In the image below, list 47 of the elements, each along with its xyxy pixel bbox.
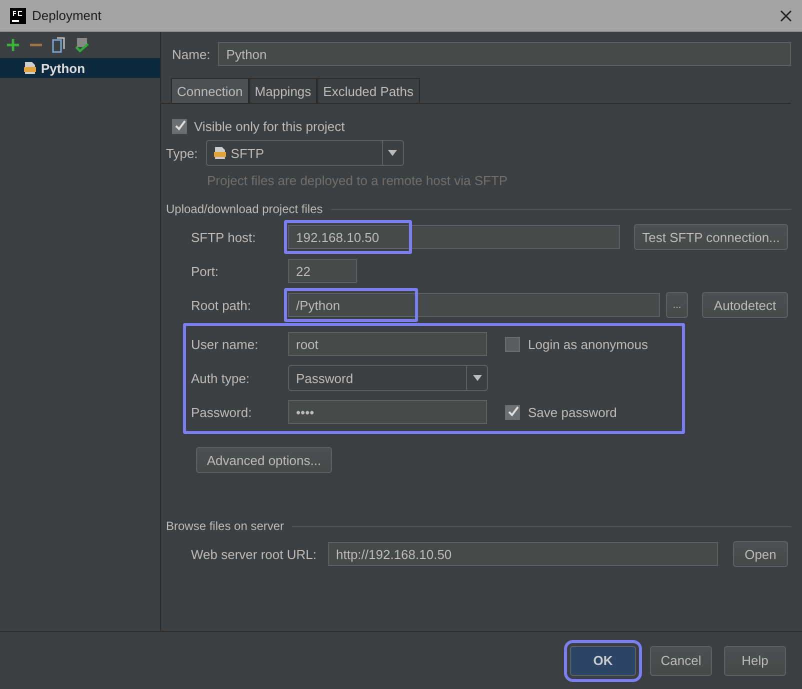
url-field[interactable]: http://192.168.10.50 [328, 542, 718, 566]
add-icon[interactable] [6, 38, 20, 52]
checkbox-label: Save password [528, 404, 617, 420]
advanced-options-button[interactable]: Advanced options... [196, 447, 332, 473]
field-label: User name: [191, 336, 260, 352]
open-button[interactable]: Open [733, 541, 788, 567]
tab[interactable]: Mappings [248, 78, 318, 103]
checkbox[interactable] [172, 118, 187, 134]
tab[interactable]: Connection [171, 78, 249, 103]
default-check-icon[interactable] [75, 37, 89, 53]
autodetect-button[interactable]: Autodetect [702, 292, 788, 318]
field-label: Port: [191, 264, 220, 278]
port-field[interactable]: 22 [288, 259, 357, 283]
copy-icon[interactable] [52, 37, 66, 53]
dialog-button[interactable]: Help [724, 646, 786, 676]
section-title: Upload/download project files [166, 202, 323, 216]
dropdown-arrow-icon [472, 375, 482, 381]
dialog-button[interactable]: Cancel [650, 646, 712, 676]
user-name-field[interactable]: root [288, 332, 487, 356]
field-label: Auth type: [191, 370, 251, 386]
window-title: Deployment [32, 8, 102, 23]
field-label: SFTP host: [191, 230, 257, 244]
test-connection-button[interactable]: Test SFTP connection... [634, 224, 788, 250]
root-path-field[interactable]: /Python [288, 293, 660, 317]
checkbox-label: Login as anonymous [528, 336, 648, 352]
app-logo-icon [10, 8, 26, 24]
type-dropdown[interactable]: SFTP [206, 140, 404, 166]
browse-button[interactable]: ... [666, 292, 688, 318]
section-title: Browse files on server [166, 519, 284, 533]
server-list-item[interactable]: Python [0, 58, 160, 78]
dropdown-arrow-icon [388, 150, 398, 156]
field-label: Password: [191, 404, 253, 420]
checkbox[interactable] [505, 336, 520, 352]
file-icon [214, 146, 226, 160]
tab[interactable]: Excluded Paths [317, 78, 420, 103]
field-label: Web server root URL: [191, 546, 318, 562]
field-label: Type: [166, 146, 198, 160]
close-icon[interactable] [780, 10, 792, 22]
checkbox-label: Visible only for this project [194, 118, 345, 134]
name-field[interactable]: Python [218, 42, 791, 66]
file-icon [24, 61, 36, 75]
checkbox[interactable] [505, 404, 520, 420]
password-field[interactable]: •••• [288, 400, 487, 424]
field-label: Root path: [191, 298, 252, 312]
auth-type-dropdown[interactable]: Password [288, 365, 488, 391]
field-label: Name: [172, 46, 210, 62]
host-field[interactable]: 192.168.10.50 [288, 225, 620, 249]
